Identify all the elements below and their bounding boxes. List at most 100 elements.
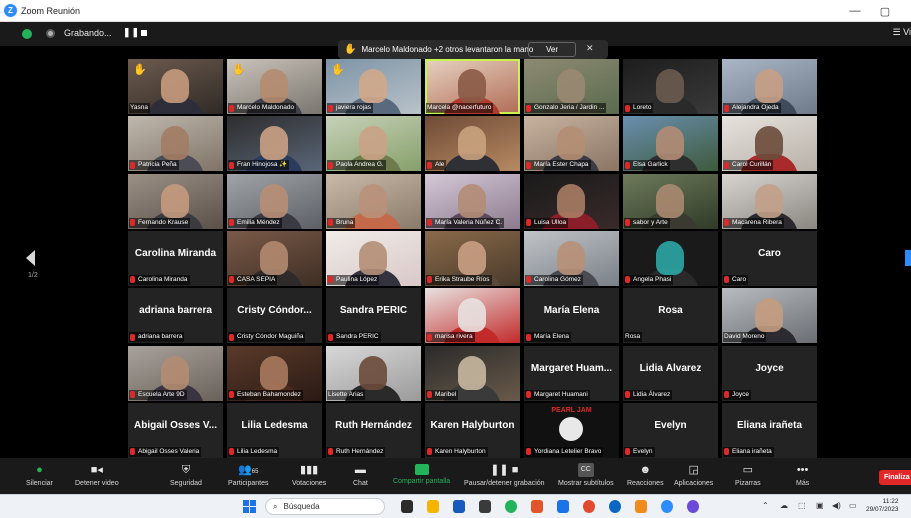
participant-name-label: marisa rivera: [426, 332, 475, 343]
participant-tile[interactable]: Ale: [425, 116, 520, 172]
participant-tile[interactable]: Elsa Garlick: [623, 116, 718, 172]
participants-button[interactable]: 👥65 Participantes: [228, 458, 268, 494]
taskbar-search-input[interactable]: ⌕ Búsqueda: [265, 498, 385, 515]
participant-tile[interactable]: PEARL JAM Yordiana Letelier Bravo: [524, 402, 619, 458]
battery-icon[interactable]: ▭: [849, 501, 857, 510]
participant-tile[interactable]: David Moreno: [722, 288, 817, 344]
participant-tile[interactable]: Margaret Huam... Margaret Huamani: [524, 345, 619, 401]
taskbar-app-firefox-icon[interactable]: [583, 500, 595, 513]
system-tray-chevron-icon[interactable]: ⌃: [762, 501, 769, 510]
apps-button[interactable]: ◲ Aplicaciones: [674, 458, 713, 494]
stop-recording-icon[interactable]: [141, 30, 147, 36]
participant-tile[interactable]: Lilia Ledesma Lilia Ledesma: [227, 402, 322, 458]
participant-tile[interactable]: sabor y Arte: [623, 173, 718, 229]
participant-tile[interactable]: Patricia Peña: [128, 116, 223, 172]
reactions-button[interactable]: ☻ Reacciones: [627, 458, 664, 494]
participant-tile[interactable]: Luisa Ulloa: [524, 173, 619, 229]
participant-tile[interactable]: Joyce Joyce: [722, 345, 817, 401]
participant-tile[interactable]: Carol Curillán: [722, 116, 817, 172]
windows-start-icon[interactable]: [243, 500, 256, 513]
participant-tile[interactable]: Eliana irañeta Eliana irañeta: [722, 402, 817, 458]
participant-tile[interactable]: Abigail Osses V... Abigail Osses Valeria: [128, 402, 223, 458]
pause-recording-button[interactable]: ❚❚ ■ Pausar/detener grabación: [464, 458, 545, 494]
participant-name-label: javiera rojas: [327, 103, 374, 113]
participant-tile[interactable]: Fran Hinojosa ✨: [227, 116, 322, 172]
taskbar-app-hub-icon[interactable]: [635, 500, 647, 513]
pause-recording-icon[interactable]: ❚❚: [123, 27, 140, 38]
mute-button[interactable]: ● Silenciar: [26, 458, 53, 494]
taskbar-clock[interactable]: 11:22 29/07/2023: [866, 498, 899, 514]
participant-tile[interactable]: Evelyn Evelyn: [623, 402, 718, 458]
participant-tile[interactable]: Ruth Hernández Ruth Hernández: [326, 402, 421, 458]
network-icon[interactable]: ▣: [816, 501, 824, 510]
security-button[interactable]: ⛨ Seguridad: [170, 458, 202, 494]
taskbar-app-brave-icon[interactable]: [531, 500, 543, 513]
next-page-icon[interactable]: [905, 250, 911, 266]
minimize-button[interactable]: —: [841, 0, 869, 22]
participant-tile[interactable]: Erika Straube Ríos: [425, 230, 520, 286]
participant-tile[interactable]: María Valeria Núñez C.: [425, 173, 520, 229]
participant-tile[interactable]: Angela Phasi: [623, 230, 718, 286]
participant-tile[interactable]: Caro Caro: [722, 230, 817, 286]
chat-button[interactable]: ▬ Chat: [353, 458, 368, 494]
participant-tile[interactable]: María Ester Chapa: [524, 116, 619, 172]
taskbar-app-chrome-icon[interactable]: [505, 500, 517, 513]
participant-tile[interactable]: Karen Halyburton Karen Halyburton: [425, 402, 520, 458]
show-subtitles-button[interactable]: CC Mostrar subtítulos: [558, 458, 614, 494]
participant-tile[interactable]: marisa rivera: [425, 288, 520, 344]
taskbar-app-word-icon[interactable]: [453, 500, 465, 513]
participant-tile[interactable]: adriana barrera adriana barrera: [128, 288, 223, 344]
volume-icon[interactable]: ◀): [832, 501, 841, 510]
taskbar-app-telegram-icon[interactable]: [609, 500, 621, 513]
share-screen-button[interactable]: Compartir pantalla: [393, 458, 450, 494]
participant-tile[interactable]: Gonzalo Jeria / Jardin ...: [524, 59, 619, 114]
participant-tile[interactable]: Fernando Krause: [128, 173, 223, 229]
participant-tile[interactable]: María Elena María Elena: [524, 288, 619, 344]
participant-tile[interactable]: Macarena Ribera: [722, 173, 817, 229]
participant-tile[interactable]: CASA SEPIA: [227, 230, 322, 286]
participant-tile[interactable]: Maribel: [425, 345, 520, 401]
participant-tile[interactable]: Rosa Rosa: [623, 288, 718, 344]
participant-tile[interactable]: Esteban Bahamondez: [227, 345, 322, 401]
participant-tile[interactable]: ✋ Marcelo Maldonado: [227, 59, 322, 114]
view-button[interactable]: ☰ Vi: [893, 27, 911, 38]
whiteboards-button[interactable]: ▭ Pizarras: [735, 458, 761, 494]
participant-tile[interactable]: ✋ Yasna: [128, 59, 223, 114]
previous-page-icon[interactable]: [26, 250, 35, 266]
participant-tile[interactable]: Carolina Gómez: [524, 230, 619, 286]
participant-tile[interactable]: Lisette Arias: [326, 345, 421, 401]
participant-tile[interactable]: Escuela Arte 9D: [128, 345, 223, 401]
view-hands-button[interactable]: Ver: [528, 42, 576, 57]
stop-video-button[interactable]: ■◂ Detener video: [75, 458, 119, 494]
mic-muted-icon: [130, 219, 135, 227]
end-meeting-button[interactable]: Finaliza: [879, 470, 911, 485]
onedrive-icon[interactable]: ☁: [780, 501, 788, 510]
security-shield-icon[interactable]: [22, 29, 32, 39]
usb-icon[interactable]: ⬚: [798, 501, 806, 510]
participant-tile[interactable]: Paulina López: [326, 230, 421, 286]
taskbar-app-edge-icon[interactable]: [687, 500, 699, 513]
more-button[interactable]: ••• Más: [796, 458, 809, 494]
participant-tile[interactable]: Paola Andrea G.: [326, 116, 421, 172]
taskbar-app-calculator-icon[interactable]: [479, 500, 491, 513]
taskbar-app-explorer-icon[interactable]: [427, 500, 439, 513]
notification-text: Marcelo Maldonado +2 otros levantaron la…: [361, 45, 534, 54]
taskbar-app-outlook-icon[interactable]: [557, 500, 569, 513]
taskbar-app-terminal-icon[interactable]: [401, 500, 413, 513]
participant-tile[interactable]: Alejandra Ojeda: [722, 59, 817, 114]
participant-tile[interactable]: Sandra PERIC Sandra PERIC: [326, 288, 421, 344]
participant-video: [260, 126, 288, 161]
participant-tile[interactable]: Bruna: [326, 173, 421, 229]
participant-tile[interactable]: Cristy Cóndor... Cristy Cóndor Maguiña: [227, 288, 322, 344]
participant-tile[interactable]: Carolina Miranda Carolina Miranda: [128, 230, 223, 286]
participant-tile[interactable]: Marcela @nacerfuturo: [425, 59, 520, 114]
polls-button[interactable]: ▮▮▮ Votaciones: [292, 458, 326, 494]
taskbar-app-zoom-icon[interactable]: [661, 500, 673, 513]
mic-muted-icon: [427, 333, 432, 341]
participant-tile[interactable]: Emilia Méndez: [227, 173, 322, 229]
participant-tile[interactable]: ✋ javiera rojas: [326, 59, 421, 114]
close-notification-icon[interactable]: ✕: [586, 43, 594, 54]
participant-tile[interactable]: Lidia Álvarez Lidia Álvarez: [623, 345, 718, 401]
participant-tile[interactable]: Loreto: [623, 59, 718, 114]
maximize-button[interactable]: ▢: [871, 0, 899, 22]
